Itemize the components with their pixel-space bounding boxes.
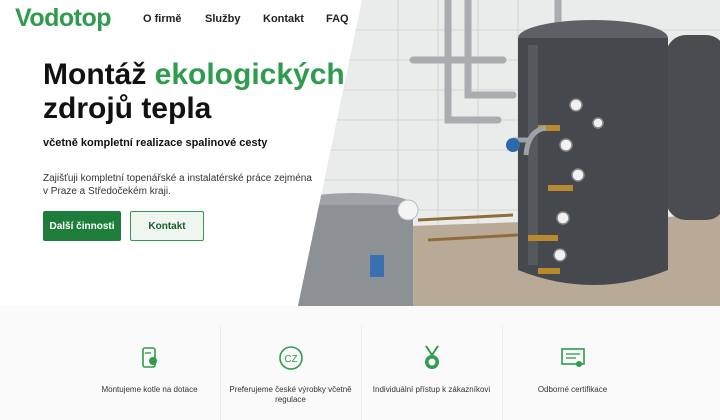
nav-item-faq[interactable]: FAQ (326, 13, 349, 25)
feature-item: CZ Preferujeme české výrobky včetně regu… (220, 326, 360, 420)
hero-title: Montáž ekologických zdrojů tepla (43, 58, 363, 126)
hero-title-part1: Montáž (43, 58, 155, 91)
feature-item: Individuální přístup k zákazníkovi (361, 326, 501, 420)
cz-badge-icon: CZ (221, 345, 360, 371)
hero-image (298, 0, 720, 306)
feature-label: Individuální přístup k zákazníkovi (372, 385, 491, 394)
feature-item: Montujeme kotle na dotace (80, 326, 219, 420)
hero-title-accent: ekologických (154, 58, 345, 91)
contact-button[interactable]: Kontakt (130, 211, 204, 241)
hero-description: Zajišťuji kompletní topenářské a instala… (43, 173, 312, 197)
medal-icon (362, 345, 501, 371)
feature-label: Odborné certifikace (537, 385, 608, 394)
feature-item: Odborné certifikace (502, 326, 642, 420)
hero-subtitle: včetně kompletní realizace spalinové ces… (43, 137, 268, 149)
top-nav: Vodotop O firmě Služby Kontakt FAQ (0, 0, 420, 38)
nav-item-o-firme[interactable]: O firmě (143, 13, 182, 25)
certificate-icon (503, 345, 642, 371)
more-services-button[interactable]: Další činnosti (43, 211, 121, 241)
svg-text:CZ: CZ (284, 354, 297, 365)
features-strip: Montujeme kotle na dotace CZ Preferujeme… (0, 306, 720, 420)
nav-item-kontakt[interactable]: Kontakt (263, 13, 304, 25)
logo[interactable]: Vodotop (15, 4, 112, 33)
nav-item-sluzby[interactable]: Služby (205, 13, 240, 25)
boiler-icon (80, 345, 219, 371)
feature-label: Preferujeme české výrobky včetně regulac… (229, 385, 352, 404)
hero-title-part2: zdrojů tepla (43, 92, 212, 125)
feature-label: Montujeme kotle na dotace (101, 385, 198, 394)
